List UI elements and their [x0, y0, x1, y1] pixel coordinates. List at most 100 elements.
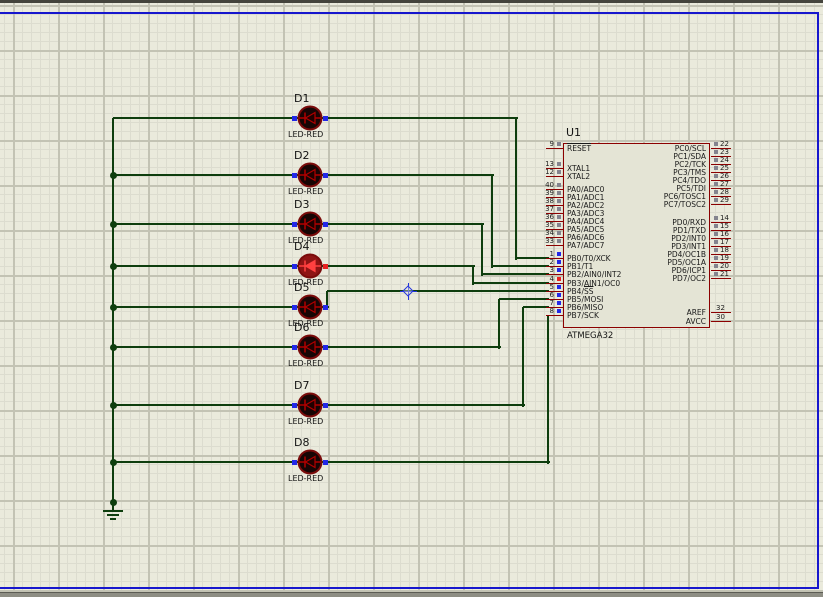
wire-segment[interactable] — [522, 307, 524, 407]
junction-dot — [110, 499, 117, 506]
wire-segment[interactable] — [113, 461, 300, 463]
ground-symbol[interactable] — [107, 514, 119, 516]
pin-number: 7 — [526, 299, 554, 307]
pin-state-square — [714, 232, 718, 236]
wire-segment[interactable] — [322, 117, 518, 119]
wire-segment[interactable] — [113, 306, 300, 308]
pin-number: 24 — [720, 156, 740, 164]
pin-number: 18 — [720, 246, 740, 254]
pin-state-square — [557, 231, 561, 235]
wire-segment[interactable] — [322, 346, 501, 348]
pin-state-square — [557, 170, 561, 174]
junction-dot — [110, 263, 117, 270]
pin-state-square — [557, 162, 561, 166]
pin-state-square — [557, 215, 561, 219]
led-d1[interactable] — [296, 104, 324, 132]
pin-number: 25 — [720, 164, 740, 172]
pin-number: 4 — [526, 275, 554, 283]
led-terminal-square — [292, 116, 297, 121]
pin-label: PB2/AIN0/INT2 — [567, 270, 621, 279]
led-terminal-square — [323, 403, 328, 408]
pin-state-square — [714, 190, 718, 194]
pin-stub[interactable] — [546, 176, 563, 177]
pin-state-square — [557, 199, 561, 203]
led-terminal-square — [292, 345, 297, 350]
pin-state-square — [714, 150, 718, 154]
wire-segment[interactable] — [113, 346, 300, 348]
wire-segment[interactable] — [113, 223, 300, 225]
pin-stub[interactable] — [546, 148, 563, 149]
pin-state-square — [557, 223, 561, 227]
pin-label: PA7/ADC7 — [567, 241, 604, 250]
wire-segment[interactable] — [322, 223, 484, 225]
pin-state-square — [557, 191, 561, 195]
wire-segment[interactable] — [113, 117, 300, 119]
led-d2[interactable] — [296, 161, 324, 189]
pin-number: 5 — [526, 283, 554, 291]
pin-state-square — [557, 309, 561, 313]
pin-stub[interactable] — [711, 321, 731, 322]
junction-dot — [110, 172, 117, 179]
led-d5[interactable] — [296, 293, 324, 321]
junction-dot — [110, 402, 117, 409]
wire-segment[interactable] — [327, 290, 549, 292]
wire-segment[interactable] — [515, 118, 517, 260]
led-d3[interactable] — [296, 210, 324, 238]
pin-state-square — [714, 182, 718, 186]
led-ref-label: D3 — [294, 198, 309, 211]
led-ref-label: D2 — [294, 149, 309, 162]
sheet-border-top — [0, 12, 819, 14]
led-terminal-square — [323, 222, 328, 227]
pin-number: 39 — [526, 189, 554, 197]
led-symbol — [296, 161, 324, 189]
wire-segment[interactable] — [322, 265, 475, 267]
pin-state-square — [714, 264, 718, 268]
wire-segment[interactable] — [113, 174, 300, 176]
led-d4[interactable] — [296, 252, 324, 280]
pin-state-square — [557, 260, 561, 264]
pin-number: 20 — [720, 262, 740, 270]
ground-symbol[interactable] — [110, 518, 116, 520]
pin-number: 26 — [720, 172, 740, 180]
pin-number: 12 — [526, 168, 554, 176]
pin-stub[interactable] — [711, 204, 731, 205]
led-symbol — [296, 293, 324, 321]
pin-number: 21 — [720, 270, 740, 278]
wire-segment[interactable] — [113, 265, 300, 267]
wire-segment[interactable] — [113, 404, 300, 406]
led-d7[interactable] — [296, 391, 324, 419]
wire-segment[interactable] — [322, 404, 525, 406]
pin-number: 17 — [720, 238, 740, 246]
led-part-label: LED-RED — [288, 474, 323, 483]
pin-state-square — [557, 285, 561, 289]
ground-symbol[interactable] — [103, 510, 123, 512]
pin-stub[interactable] — [546, 245, 563, 246]
pin-number: 38 — [526, 197, 554, 205]
pin-stub[interactable] — [711, 278, 731, 279]
pin-label: XTAL2 — [567, 172, 590, 181]
pin-state-square — [557, 293, 561, 297]
schematic-canvas[interactable]: U1 ATMEGA32 9RESET13XTAL112XTAL240PA0/AD… — [0, 0, 823, 597]
wire-segment[interactable] — [322, 461, 550, 463]
chip-value-label: ATMEGA32 — [567, 332, 613, 341]
pin-state-square — [714, 272, 718, 276]
led-d6[interactable] — [296, 333, 324, 361]
led-terminal-square — [323, 116, 328, 121]
wire-segment[interactable] — [481, 224, 483, 276]
horizontal-scrollbar[interactable] — [0, 592, 823, 597]
pin-state-square — [714, 248, 718, 252]
sheet-border-right — [817, 12, 819, 589]
pin-stub[interactable] — [546, 315, 563, 316]
wire-segment[interactable] — [322, 174, 494, 176]
led-d8[interactable] — [296, 448, 324, 476]
wire-segment[interactable] — [491, 175, 493, 268]
pin-number: 13 — [526, 160, 554, 168]
led-terminal-square — [323, 173, 328, 178]
pin-number: 22 — [720, 140, 740, 148]
led-ref-label: D5 — [294, 281, 309, 294]
wire-segment[interactable] — [498, 299, 500, 349]
pin-number: 35 — [526, 221, 554, 229]
wire-segment[interactable] — [547, 315, 549, 464]
pin-state-square — [557, 252, 561, 256]
led-ref-label: D6 — [294, 321, 309, 334]
